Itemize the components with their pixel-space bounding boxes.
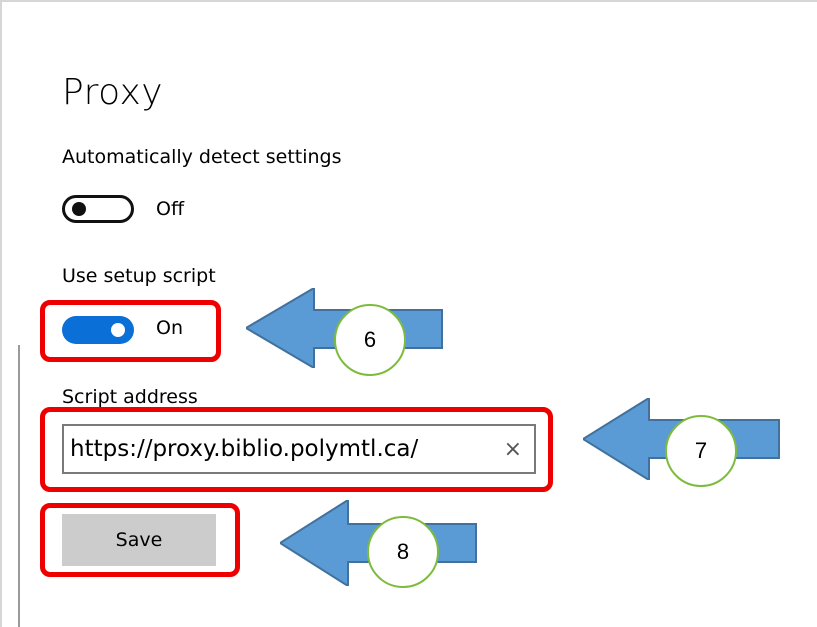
page-title: Proxy — [62, 72, 164, 113]
step-callout-7: 7 — [665, 415, 737, 487]
script-address-label: Script address — [62, 386, 198, 408]
auto-detect-toggle[interactable] — [62, 195, 134, 223]
step-callout-8: 8 — [367, 516, 439, 588]
auto-detect-label: Automatically detect settings — [62, 146, 342, 168]
highlight-box-address — [40, 407, 553, 492]
setup-script-label: Use setup script — [62, 265, 216, 287]
pane-divider — [18, 345, 20, 627]
step-callout-6: 6 — [334, 304, 406, 376]
auto-detect-state: Off — [156, 198, 185, 220]
highlight-box-toggle — [40, 300, 221, 362]
toggle-knob — [72, 202, 86, 216]
highlight-box-save — [40, 503, 240, 577]
